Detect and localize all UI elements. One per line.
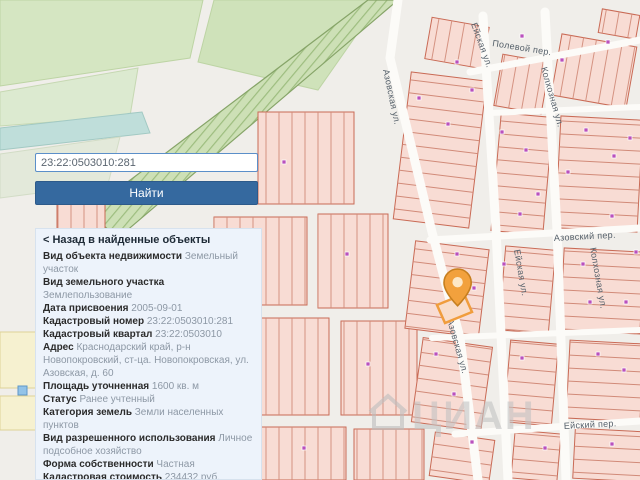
parcel-block [565, 339, 640, 423]
parcel-block [340, 320, 418, 416]
watermark-text: ЦИАН [412, 394, 536, 438]
field-label: Вид земельного участка [43, 277, 165, 288]
field-row: Статус Ранее учтенный [43, 393, 254, 406]
cadastral-search-input[interactable] [35, 153, 258, 172]
field-label: Площадь уточненная [43, 381, 150, 392]
field-value: 1600 кв. м [151, 381, 200, 392]
field-row: Площадь уточненная 1600 кв. м [43, 380, 254, 393]
field-value: 23:22:0503010 [155, 329, 222, 340]
parcel-block [257, 111, 355, 205]
field-label: Дата присвоения [43, 303, 129, 314]
back-link[interactable]: < Назад в найденные объекты [43, 234, 254, 247]
field-row: Кадастровая стоимость 234432 руб. [43, 471, 254, 480]
field-value: Частная [156, 459, 195, 470]
field-value: 23:22:0503010:281 [146, 316, 234, 327]
field-label: Адрес [43, 342, 74, 353]
field-label: Вид объекта недвижимости [43, 251, 183, 262]
field-row: Вид разрешенного использования Личное по… [43, 432, 254, 458]
field-label: Вид разрешенного использования [43, 433, 216, 444]
field-row: Категория земель Земли населенных пункто… [43, 406, 254, 432]
field-label: Статус [43, 394, 77, 405]
field-label: Форма собственности [43, 459, 154, 470]
parcel-block [317, 213, 389, 309]
cadastral-map-app: Ейская ул. Полевой пер. Колхозная ул. Аз… [0, 0, 640, 480]
field-label: Кадастровая стоимость [43, 472, 162, 480]
field-value: Землепользование [43, 290, 133, 301]
field-value: Ранее учтенный [79, 394, 155, 405]
field-row: Вид объекта недвижимости Земельный участ… [43, 250, 254, 276]
field-row: Адрес Краснодарский край, р-н Новопокров… [43, 341, 254, 380]
field-label: Кадастровый номер [43, 316, 145, 327]
field-value: Краснодарский край, р-н Новопокровский, … [43, 342, 249, 379]
parcel-block [428, 431, 496, 480]
field-label: Категория земель [43, 407, 132, 418]
field-row: Кадастровый номер 23:22:0503010:281 [43, 315, 254, 328]
field-label: Кадастровый квартал [43, 329, 153, 340]
field-row: Кадастровый квартал 23:22:0503010 [43, 328, 254, 341]
field-row: Вид земельного участка Землепользование [43, 276, 254, 302]
parcel-block [253, 426, 347, 480]
field-value: 234432 руб. [164, 472, 220, 480]
field-row: Форма собственности Частная [43, 458, 254, 471]
field-row: Дата присвоения 2005-09-01 [43, 302, 254, 315]
info-panel: < Назад в найденные объекты Вид объекта … [35, 228, 262, 480]
parcel-block [572, 427, 640, 480]
search-button[interactable]: Найти [35, 181, 258, 205]
field-value: 2005-09-01 [131, 303, 183, 314]
